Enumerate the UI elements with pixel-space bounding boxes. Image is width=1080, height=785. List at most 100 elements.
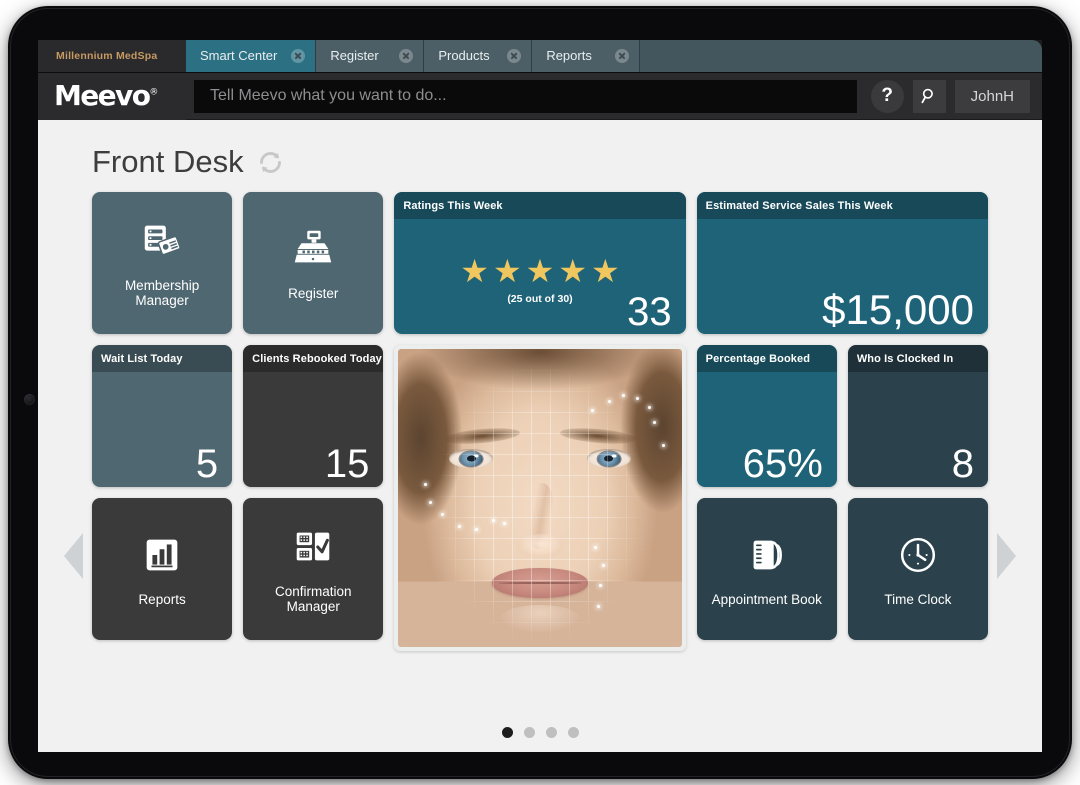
- tile-estimated-service-sales[interactable]: Estimated Service Sales This Week $15,00…: [696, 192, 988, 334]
- tile-register[interactable]: Register: [243, 192, 384, 334]
- tile-percentage-booked-title: Percentage Booked: [696, 345, 837, 372]
- tile-register-label: Register: [288, 285, 339, 301]
- pager-dot-4[interactable]: [567, 727, 579, 738]
- mesh-point: [423, 483, 427, 487]
- mesh-point: [474, 527, 478, 531]
- mesh-point: [653, 420, 657, 424]
- tab-reports-label: Reports: [546, 48, 592, 63]
- meevo-logo-text: Meevo®: [54, 82, 158, 110]
- user-name-label: JohnH: [970, 87, 1014, 105]
- tile-who-is-clocked-in-body: 8: [848, 372, 988, 487]
- tile-wait-list-value: 5: [195, 442, 219, 486]
- mesh-point: [602, 563, 606, 567]
- tile-wait-list-today[interactable]: Wait List Today 5: [92, 345, 233, 487]
- meevo-logo-word: Meevo: [54, 79, 151, 112]
- mesh-point: [440, 512, 444, 516]
- tile-percentage-booked-value: 65%: [742, 442, 823, 486]
- notebook-icon: [753, 540, 782, 569]
- mesh-point: [491, 518, 495, 522]
- mesh-point: [593, 545, 597, 549]
- search-button[interactable]: [912, 79, 946, 113]
- tenant-label: Millennium MedSpa: [56, 49, 158, 62]
- close-icon[interactable]: [507, 48, 522, 63]
- tile-service-sales-value: $15,000: [822, 285, 974, 333]
- mesh-point: [647, 405, 651, 409]
- tile-ratings-body: ★ ★ ★ ★ ★ (25 out of 30) 33: [394, 219, 685, 334]
- tile-service-sales-title: Estimated Service Sales This Week: [696, 192, 988, 219]
- mesh-point: [457, 524, 461, 528]
- tile-clients-rebooked-body: 15: [243, 372, 383, 487]
- tile-who-is-clocked-in-title: Who Is Clocked In: [847, 345, 988, 372]
- facial-analysis-photo: [398, 349, 682, 647]
- tile-appointment-book[interactable]: Appointment Book: [696, 498, 837, 640]
- tile-reports[interactable]: Reports: [92, 498, 233, 640]
- tile-facial-analysis-image[interactable]: [394, 345, 686, 651]
- mesh-point: [607, 399, 611, 403]
- pager-dot-3[interactable]: [545, 727, 557, 738]
- tile-ratings-this-week[interactable]: Ratings This Week ★ ★ ★ ★ ★ (25 out of 3…: [394, 192, 686, 334]
- tile-ratings-value: 33: [627, 290, 672, 334]
- tab-register-label: Register: [330, 48, 379, 63]
- tile-wait-list-body: 5: [92, 372, 232, 487]
- carousel-pager: [38, 727, 1042, 738]
- carousel-next-button[interactable]: [997, 533, 1016, 579]
- pager-dot-2[interactable]: [523, 727, 535, 738]
- tab-reports[interactable]: Reports: [532, 40, 641, 72]
- tile-membership-manager-label: Membership Manager: [124, 278, 200, 308]
- tile-reports-label: Reports: [138, 591, 186, 607]
- star-icon: ★: [591, 252, 620, 289]
- tab-smart-center[interactable]: Smart Center: [186, 40, 317, 72]
- page-title: Front Desk: [92, 144, 244, 179]
- tile-percentage-booked[interactable]: Percentage Booked 65%: [696, 345, 837, 487]
- tab-products[interactable]: Products: [424, 40, 533, 72]
- face-mesh-overlay: [398, 349, 682, 647]
- checklist-icon: [296, 532, 330, 561]
- tab-products-label: Products: [438, 48, 490, 63]
- carousel-prev-button[interactable]: [64, 533, 83, 579]
- star-icon: ★: [558, 252, 588, 289]
- meevo-logo[interactable]: Meevo®: [38, 72, 186, 120]
- tile-confirmation-manager[interactable]: Confirmation Manager: [243, 498, 384, 640]
- tile-membership-manager[interactable]: Membership Manager: [92, 192, 233, 334]
- tile-who-is-clocked-in-value: 8: [951, 442, 974, 486]
- close-icon[interactable]: [291, 48, 306, 63]
- tile-percentage-booked-body: 65%: [697, 372, 837, 487]
- mesh-point: [590, 408, 594, 412]
- star-icon: ★: [460, 252, 489, 289]
- tile-clients-rebooked-today[interactable]: Clients Rebooked Today 15: [243, 345, 384, 487]
- help-button-label: ?: [881, 85, 893, 106]
- close-icon[interactable]: [399, 48, 414, 63]
- search-input[interactable]: [194, 79, 857, 113]
- dashboard: Front Desk Membership Manager Register R…: [38, 120, 1042, 752]
- bar-chart-icon: [146, 539, 178, 570]
- star-icon: ★: [492, 252, 522, 289]
- tile-grid: Membership Manager Register Ratings This…: [38, 192, 1042, 651]
- camera-icon: [24, 394, 35, 405]
- tile-ratings-title: Ratings This Week: [394, 192, 686, 219]
- tab-strip-filler: [640, 40, 1042, 72]
- page-title-row: Front Desk: [38, 136, 1042, 188]
- user-menu-button[interactable]: JohnH: [954, 79, 1030, 113]
- star-rating: ★ ★ ★ ★ ★: [460, 255, 619, 287]
- registered-trademark-icon: ®: [149, 87, 159, 98]
- mesh-point: [596, 605, 600, 609]
- magnifier-icon: [921, 88, 934, 104]
- tablet-frame: Millennium MedSpa Smart Center Register …: [8, 6, 1072, 779]
- tile-time-clock[interactable]: Time Clock: [847, 498, 988, 640]
- tab-smart-center-label: Smart Center: [200, 48, 278, 63]
- tab-register[interactable]: Register: [316, 40, 425, 72]
- membership-card-icon: [144, 225, 181, 256]
- mesh-point: [503, 521, 507, 525]
- close-icon[interactable]: [615, 48, 630, 63]
- browser-tab-strip: Millennium MedSpa Smart Center Register …: [38, 40, 1042, 73]
- screen: Millennium MedSpa Smart Center Register …: [38, 40, 1042, 752]
- tile-time-clock-label: Time Clock: [884, 591, 952, 607]
- refresh-icon[interactable]: [257, 149, 284, 176]
- pager-dot-1[interactable]: [501, 727, 513, 738]
- help-button[interactable]: ?: [870, 79, 904, 113]
- tile-clients-rebooked-value: 15: [324, 442, 370, 486]
- tile-confirmation-manager-label: Confirmation Manager: [274, 584, 352, 614]
- clock-icon: [900, 537, 935, 572]
- tile-clients-rebooked-title: Clients Rebooked Today: [243, 345, 384, 372]
- tile-who-is-clocked-in[interactable]: Who Is Clocked In 8: [847, 345, 988, 487]
